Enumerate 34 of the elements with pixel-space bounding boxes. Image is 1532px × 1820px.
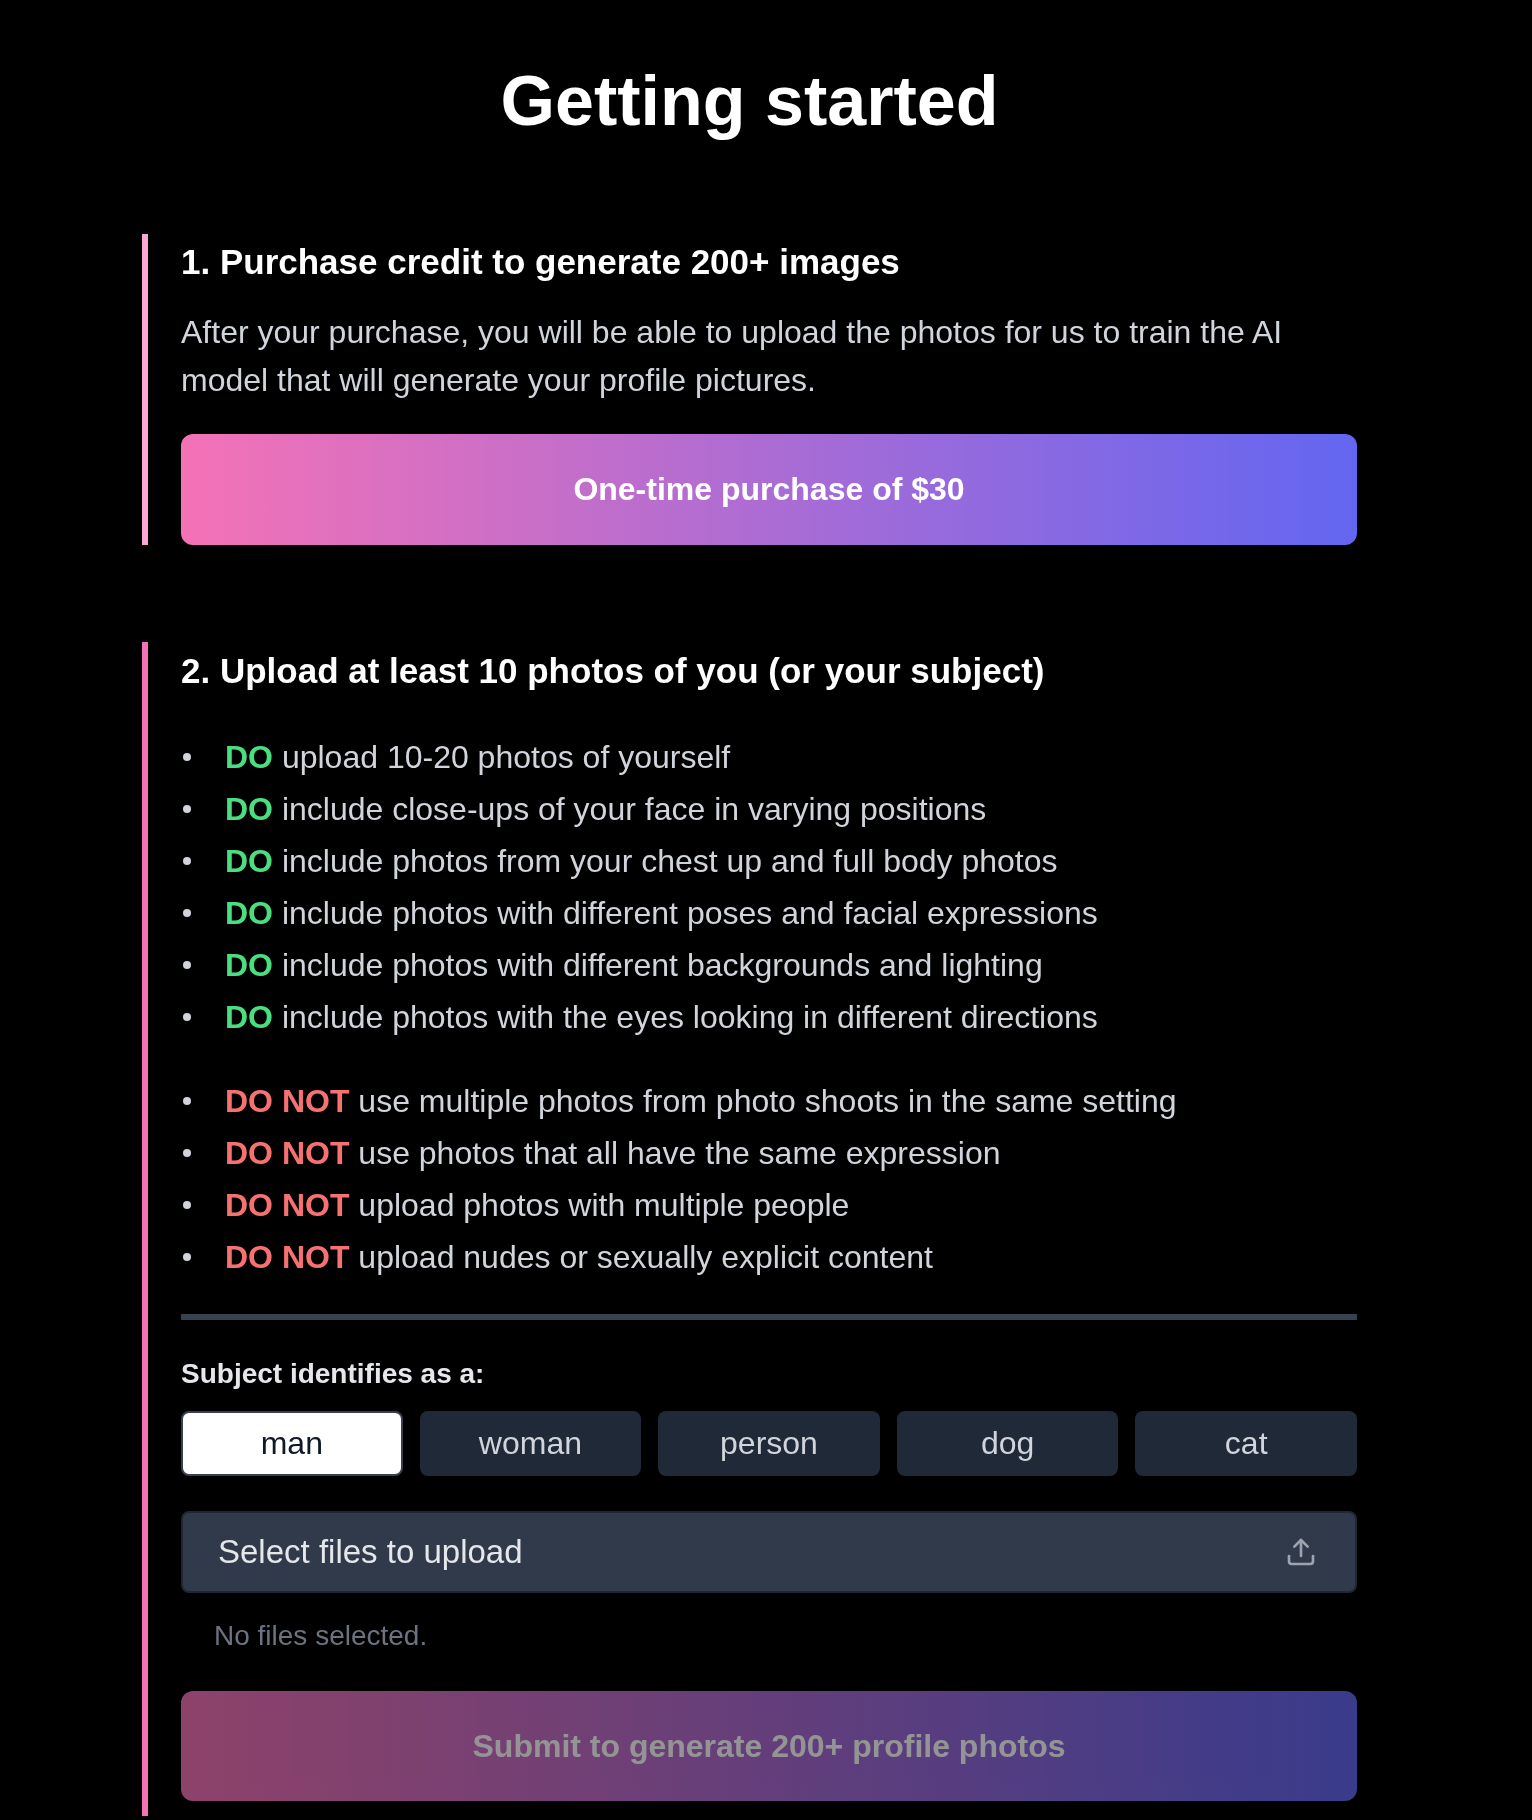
- guideline-text: DO include photos with the eyes looking in different directions: [225, 998, 1098, 1037]
- file-status-text: No files selected.: [213, 1619, 429, 1653]
- step-heading: 2. Upload at least 10 photos of you (or your subject): [181, 650, 1046, 692]
- bullet-icon: [183, 1201, 191, 1209]
- file-upload-field[interactable]: Select files to upload: [181, 1511, 1357, 1593]
- step-description: After your purchase, you will be able to upload the photos for us to train the AI model that will generate your profile pictures.: [181, 313, 1284, 400]
- subject-option[interactable]: person: [658, 1411, 880, 1476]
- guideline-text: DO NOT use photos that all have the same expression: [225, 1134, 1001, 1173]
- bullet-icon: [183, 753, 191, 761]
- bullet-icon: [183, 1013, 191, 1021]
- subject-label: Subject identifies as a:: [181, 1357, 486, 1391]
- guideline-text: DO include photos from your chest up and full body photos: [225, 842, 1058, 881]
- step-heading: 1. Purchase credit to generate 200+ images: [181, 241, 901, 283]
- guideline-text: DO NOT use multiple photos from photo shoots in the same setting: [225, 1082, 1177, 1121]
- bullet-icon: [183, 1097, 191, 1105]
- bullet-icon: [183, 857, 191, 865]
- purchase-button[interactable]: One-time purchase of $30: [181, 434, 1357, 545]
- subject-option[interactable]: man: [181, 1411, 403, 1476]
- guideline-text: DO include close-ups of your face in varying positions: [225, 790, 987, 829]
- subject-option[interactable]: dog: [896, 1411, 1119, 1476]
- guideline-text: DO include photos with different backgrounds and lighting: [225, 946, 1043, 985]
- guideline-text: DO upload 10-20 photos of yourself: [225, 738, 731, 777]
- bullet-icon: [183, 1149, 191, 1157]
- guideline-text: DO NOT upload nudes or sexually explicit content: [225, 1238, 933, 1277]
- subject-option[interactable]: woman: [419, 1411, 642, 1476]
- upload-icon: [1285, 1536, 1317, 1568]
- subject-option[interactable]: cat: [1135, 1411, 1357, 1476]
- guideline-text: DO include photos with different poses and facial expressions: [225, 894, 1098, 933]
- bullet-icon: [183, 805, 191, 813]
- bullet-icon: [183, 961, 191, 969]
- guideline-text: DO NOT upload photos with multiple people: [225, 1186, 850, 1225]
- page-title: Getting started: [499, 61, 1000, 142]
- bullet-icon: [183, 909, 191, 917]
- bullet-icon: [183, 1253, 191, 1261]
